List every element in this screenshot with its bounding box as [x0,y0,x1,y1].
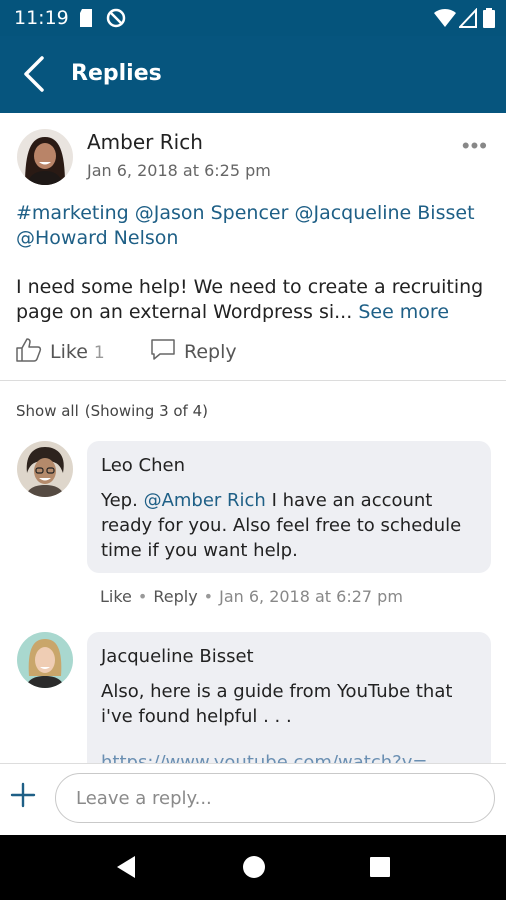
post-body-truncated: page on an external Wordpress si... [16,301,353,323]
circle-home-icon [243,856,265,878]
reply-text: Yep. @Amber Rich I have an account ready… [101,488,481,563]
add-attachment-button[interactable] [10,782,36,808]
avatar[interactable] [17,441,73,497]
post-timestamp: Jan 6, 2018 at 6:25 pm [87,161,271,180]
thumbs-up-icon [16,338,42,362]
plus-icon [10,782,36,808]
post-tags[interactable]: #marketing @Jason Spencer @Jacqueline Bi… [16,201,496,251]
do-not-disturb-icon [106,8,126,33]
more-options-icon[interactable]: ••• [462,133,488,159]
page-title: Replies [71,61,162,86]
status-bar: 11:19 [0,0,506,36]
like-label: Like [50,341,88,363]
like-button[interactable]: Like 1 [16,338,105,363]
reply-button[interactable]: Reply [150,338,237,363]
post-tags-line[interactable]: @Howard Nelson [16,226,496,251]
reply-text-prefix: Yep. [101,490,144,511]
post-body: I need some help! We need to create a re… [16,275,496,325]
triangle-back-icon [117,856,135,878]
like-count: 1 [93,343,105,363]
original-post: Amber Rich Jan 6, 2018 at 6:25 pm ••• #m… [0,113,506,381]
chevron-left-icon [24,56,44,92]
speech-bubble-icon [151,339,175,360]
battery-icon [483,8,495,33]
reply-input[interactable] [55,773,495,823]
reply-like-link[interactable]: Like [100,587,132,606]
avatar[interactable] [17,632,73,688]
back-button[interactable] [18,54,52,94]
show-all-link[interactable]: Show all [16,402,79,420]
replies-header: Show all (Showing 3 of 4) [16,402,208,420]
reply-reply-link[interactable]: Reply [153,587,197,606]
reply-label: Reply [184,341,237,363]
separator-dot: • [137,587,148,606]
app-bar: Replies [0,36,506,113]
reply-author[interactable]: Leo Chen [101,455,185,476]
reply-bubble: Leo Chen Yep. @Amber Rich I have an acco… [87,441,491,573]
nav-back-button[interactable] [115,855,137,884]
mention-link[interactable]: @Amber Rich [144,490,266,511]
reply-composer [0,763,506,835]
post-body-line-2: page on an external Wordpress si... See … [16,300,496,325]
sd-card-icon [78,8,94,33]
cell-signal-icon [457,7,477,33]
nav-home-button[interactable] [242,855,266,884]
system-nav-bar [0,835,506,900]
square-recents-icon [370,857,390,877]
avatar[interactable] [17,129,73,185]
see-more-link[interactable]: See more [358,301,449,323]
status-time: 11:19 [14,7,69,29]
reply-bubble: Jacqueline Bisset Also, here is a guide … [87,632,491,763]
wifi-icon [434,8,456,33]
reply-meta: Like • Reply • Jan 6, 2018 at 6:27 pm [100,587,403,606]
showing-count: (Showing 3 of 4) [84,402,209,420]
post-tags-line[interactable]: #marketing @Jason Spencer @Jacqueline Bi… [16,201,496,226]
post-body-line: I need some help! We need to create a re… [16,276,484,298]
nav-recents-button[interactable] [369,855,391,884]
post-author[interactable]: Amber Rich [87,130,203,154]
reply-timestamp: Jan 6, 2018 at 6:27 pm [219,587,403,606]
reply-text: Also, here is a guide from YouTube that … [101,681,453,727]
reply-author[interactable]: Jacqueline Bisset [101,646,254,667]
reply-link[interactable]: https://www.youtube.com/watch?v= [101,752,461,763]
separator-dot: • [203,587,214,606]
